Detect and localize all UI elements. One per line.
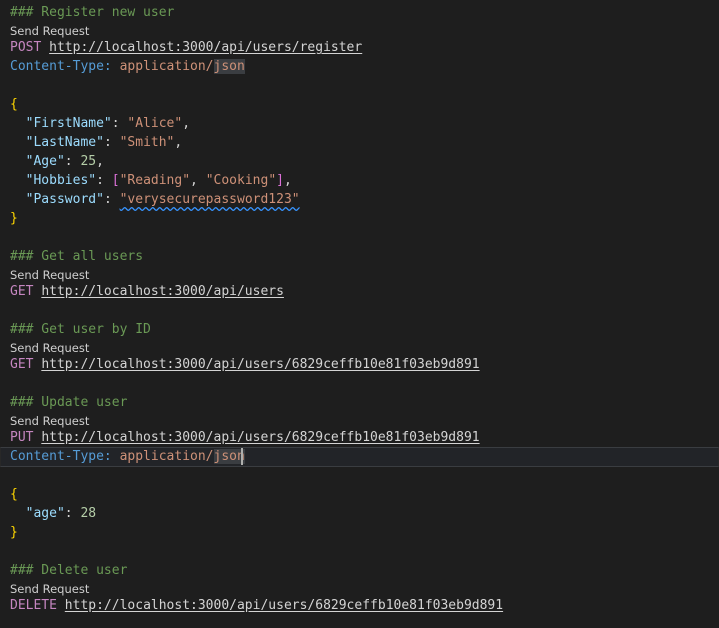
json-field-firstname: "FirstName": "Alice", xyxy=(25,116,191,131)
json-field-password: "Password": "verysecurepassword123" xyxy=(25,192,300,207)
request-url-link[interactable]: http://localhost:3000/api/users/6829ceff… xyxy=(41,430,479,445)
send-request-link-get-all[interactable]: Send Request xyxy=(10,267,89,283)
content-type-header: Content-Type: application/json xyxy=(10,57,245,76)
send-request-link-register[interactable]: Send Request xyxy=(10,23,89,39)
text-cursor xyxy=(241,448,243,465)
send-request-link-delete[interactable]: Send Request xyxy=(10,581,89,597)
json-close-brace: } xyxy=(10,211,18,226)
spellcheck-squiggle: "verysecurepassword123" xyxy=(119,192,300,207)
content-type-header-update: Content-Type: application/json xyxy=(10,449,245,464)
json-field-lastname: "LastName": "Smith", xyxy=(25,135,183,150)
http-request-editor[interactable]: ### Register new user Send Request POST … xyxy=(0,0,719,628)
request-url-link[interactable]: http://localhost:3000/api/users/6829ceff… xyxy=(41,357,479,372)
request-line-register: POST http://localhost:3000/api/users/reg… xyxy=(10,38,362,57)
json-field-age: "Age": 25, xyxy=(25,154,104,169)
send-request-link-get-by-id[interactable]: Send Request xyxy=(10,340,89,356)
request-line-get-by-id: GET http://localhost:3000/api/users/6829… xyxy=(10,357,480,372)
request-url-link[interactable]: http://localhost:3000/api/users/6829ceff… xyxy=(65,598,503,613)
comment-update-user: ### Update user xyxy=(10,395,128,410)
comment-delete-user: ### Delete user xyxy=(10,563,128,578)
comment-get-all-users: ### Get all users xyxy=(10,249,144,264)
json-field-hobbies: "Hobbies": ["Reading", "Cooking"], xyxy=(25,173,292,188)
json-open-brace: { xyxy=(10,97,18,112)
request-line-update: PUT http://localhost:3000/api/users/6829… xyxy=(10,430,480,445)
http-method: POST xyxy=(10,40,42,55)
request-line-delete: DELETE http://localhost:3000/api/users/6… xyxy=(10,598,504,613)
header-value-highlight: json xyxy=(213,59,245,74)
send-request-link-update[interactable]: Send Request xyxy=(10,413,89,429)
request-line-get-all: GET http://localhost:3000/api/users xyxy=(10,284,284,299)
json-open-brace-update: { xyxy=(10,487,18,502)
comment-get-user-by-id: ### Get user by ID xyxy=(10,322,151,337)
comment-register-user: ### Register new user xyxy=(10,5,175,20)
header-name: Content-Type: xyxy=(10,59,112,74)
json-field-age-update: "age": 28 xyxy=(25,506,97,521)
header-value: application/ xyxy=(119,59,214,74)
json-close-brace-update: } xyxy=(10,525,18,540)
request-url-link[interactable]: http://localhost:3000/api/users xyxy=(41,284,284,299)
request-url-link[interactable]: http://localhost:3000/api/users/register xyxy=(49,40,362,55)
